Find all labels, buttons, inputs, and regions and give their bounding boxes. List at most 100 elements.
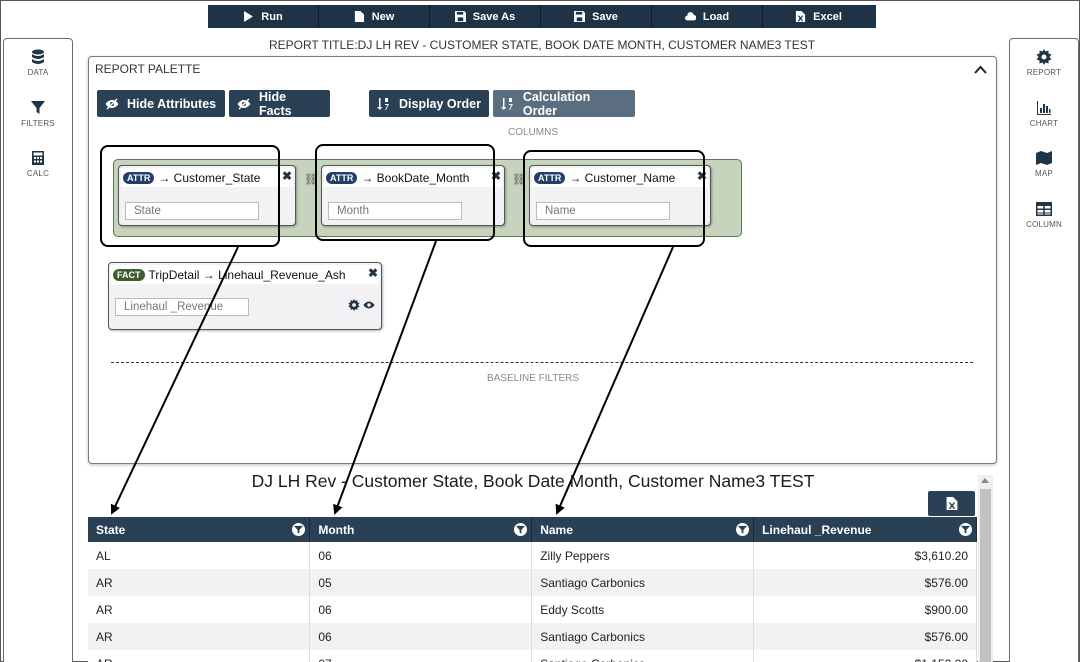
name-alias-input[interactable] bbox=[536, 202, 670, 220]
month-alias-input[interactable] bbox=[328, 202, 462, 220]
eye-slash-icon bbox=[105, 98, 119, 109]
attribute-card-bookdate-month[interactable]: ATTR → BookDate_Month ✖ bbox=[321, 165, 505, 226]
sidebar-item-report[interactable]: REPORT bbox=[1010, 49, 1078, 77]
attribute-card-customer-state[interactable]: ATTR → Customer_State ✖ bbox=[118, 165, 296, 226]
card-title: → BookDate_Month bbox=[361, 170, 470, 185]
sidebar-item-chart-label: CHART bbox=[1029, 119, 1059, 128]
table-row: AL 06 Zilly Peppers $3,610.20 bbox=[88, 542, 977, 569]
gear-icon[interactable] bbox=[348, 299, 360, 311]
run-button[interactable]: Run bbox=[208, 5, 319, 28]
cell-revenue: $576.00 bbox=[753, 623, 977, 650]
hide-attributes-button[interactable]: Hide Attributes bbox=[97, 90, 225, 117]
card-header: ATTR → Customer_Name bbox=[532, 168, 708, 187]
report-title: REPORT TITLE:DJ LH REV - CUSTOMER STATE,… bbox=[268, 38, 816, 52]
table-icon bbox=[1036, 202, 1052, 216]
export-excel-button[interactable] bbox=[928, 491, 975, 516]
scroll-thumb[interactable] bbox=[980, 489, 991, 662]
close-icon[interactable]: ✖ bbox=[282, 169, 292, 183]
calculation-order-button[interactable]: Calculation Order bbox=[493, 90, 635, 118]
table-row: AR 06 Eddy Scotts $900.00 bbox=[88, 596, 977, 623]
column-header-state[interactable]: State bbox=[88, 517, 311, 542]
run-button-label: Run bbox=[261, 10, 283, 23]
sidebar-item-data-label: DATA bbox=[27, 68, 49, 77]
column-header-linehaul-revenue[interactable]: Linehaul _Revenue bbox=[753, 517, 977, 542]
column-header-month[interactable]: Month bbox=[309, 517, 533, 542]
close-icon[interactable]: ✖ bbox=[368, 266, 378, 280]
table-row: AR 06 Santiago Carbonics $576.00 bbox=[88, 623, 977, 650]
excel-button[interactable]: Excel bbox=[763, 5, 874, 28]
right-sidebar: REPORT CHART MAP COLUMN bbox=[1009, 38, 1079, 662]
new-button[interactable]: New bbox=[319, 5, 430, 28]
excel-button-label: Excel bbox=[813, 10, 842, 23]
cell-name: Santiago Carbonics bbox=[531, 569, 755, 596]
close-icon[interactable]: ✖ bbox=[491, 169, 501, 183]
baseline-divider bbox=[111, 362, 973, 363]
cell-state: AR bbox=[88, 650, 311, 662]
scroll-up-icon[interactable] bbox=[981, 478, 989, 483]
cell-name: Eddy Scotts bbox=[531, 596, 755, 623]
sort-numeric-icon bbox=[501, 97, 513, 110]
cell-name: Santiago Carbonics bbox=[531, 623, 755, 650]
result-table: State Month Name Linehaul _Revenue AL 06… bbox=[88, 517, 977, 662]
save-button-label: Save bbox=[592, 10, 618, 23]
gear-icon bbox=[1036, 49, 1052, 65]
sidebar-item-chart[interactable]: CHART bbox=[1010, 100, 1078, 128]
filter-icon[interactable] bbox=[736, 523, 750, 536]
cell-revenue: $900.00 bbox=[753, 596, 977, 623]
sidebar-item-column[interactable]: COLUMN bbox=[1010, 201, 1078, 229]
column-header-name[interactable]: Name bbox=[531, 517, 755, 542]
hide-facts-button[interactable]: Hide Facts bbox=[229, 90, 330, 118]
filter-icon[interactable] bbox=[514, 523, 528, 536]
cell-state: AR bbox=[88, 623, 311, 650]
sidebar-item-filters[interactable]: FILTERS bbox=[4, 100, 72, 128]
attr-tag: ATTR bbox=[534, 171, 566, 184]
revenue-alias-input[interactable] bbox=[115, 298, 249, 316]
cell-month: 06 bbox=[309, 623, 533, 650]
new-button-label: New bbox=[371, 10, 395, 23]
attr-tag: ATTR bbox=[326, 171, 358, 184]
report-palette: REPORT PALETTE Hide Attributes Hide Fact… bbox=[88, 56, 997, 464]
hide-attributes-label: Hide Attributes bbox=[127, 96, 217, 111]
eye-icon[interactable] bbox=[363, 299, 375, 311]
attribute-card-customer-name[interactable]: ATTR → Customer_Name ✖ bbox=[529, 165, 711, 226]
card-title: → Customer_State bbox=[158, 170, 261, 185]
cell-state: AL bbox=[88, 542, 311, 569]
sidebar-item-data[interactable]: DATA bbox=[4, 49, 72, 77]
excel-icon bbox=[796, 11, 806, 22]
cell-month: 06 bbox=[309, 542, 533, 569]
left-sidebar: DATA FILTERS CALC bbox=[3, 38, 73, 662]
sidebar-item-map-label: MAP bbox=[1035, 169, 1053, 178]
state-alias-input[interactable] bbox=[125, 202, 259, 220]
save-button[interactable]: Save bbox=[541, 5, 652, 28]
sort-numeric-icon bbox=[377, 97, 389, 110]
result-scrollbar[interactable] bbox=[978, 475, 993, 662]
sidebar-item-map[interactable]: MAP bbox=[1010, 150, 1078, 178]
display-order-button[interactable]: Display Order bbox=[369, 90, 489, 117]
link-icon: ⛓ bbox=[304, 174, 318, 186]
sidebar-item-column-label: COLUMN bbox=[1026, 220, 1062, 229]
save-as-button[interactable]: Save As bbox=[430, 5, 541, 28]
cell-month: 05 bbox=[309, 569, 533, 596]
load-button-label: Load bbox=[702, 10, 730, 23]
display-order-label: Display Order bbox=[399, 96, 481, 111]
filter-icon bbox=[31, 101, 45, 114]
cell-revenue: $576.00 bbox=[753, 569, 977, 596]
save-icon bbox=[574, 11, 586, 22]
close-icon[interactable]: ✖ bbox=[697, 169, 707, 183]
card-title: TripDetail → Linehaul_Revenue_Ash bbox=[148, 267, 346, 282]
sidebar-item-report-label: REPORT bbox=[1026, 68, 1062, 77]
load-button[interactable]: Load bbox=[652, 5, 763, 28]
filter-icon[interactable] bbox=[959, 523, 972, 536]
map-icon bbox=[1036, 151, 1052, 165]
sidebar-item-calc[interactable]: CALC bbox=[4, 150, 72, 178]
column-header-label: Linehaul _Revenue bbox=[762, 522, 872, 537]
link-icon: ⛓ bbox=[512, 174, 526, 186]
sidebar-item-calc-label: CALC bbox=[26, 169, 50, 178]
chevron-up-icon[interactable] bbox=[974, 62, 987, 74]
filter-icon[interactable] bbox=[292, 523, 306, 536]
cell-name: Santiago Carbonics bbox=[531, 650, 755, 662]
main-toolbar: Run New Save As Save Load Excel bbox=[208, 5, 876, 28]
card-header: ATTR → BookDate_Month bbox=[324, 168, 502, 187]
table-row: AR 05 Santiago Carbonics $576.00 bbox=[88, 569, 977, 596]
fact-card-linehaul-revenue[interactable]: FACT TripDetail → Linehaul_Revenue_Ash ✖ bbox=[108, 262, 382, 330]
